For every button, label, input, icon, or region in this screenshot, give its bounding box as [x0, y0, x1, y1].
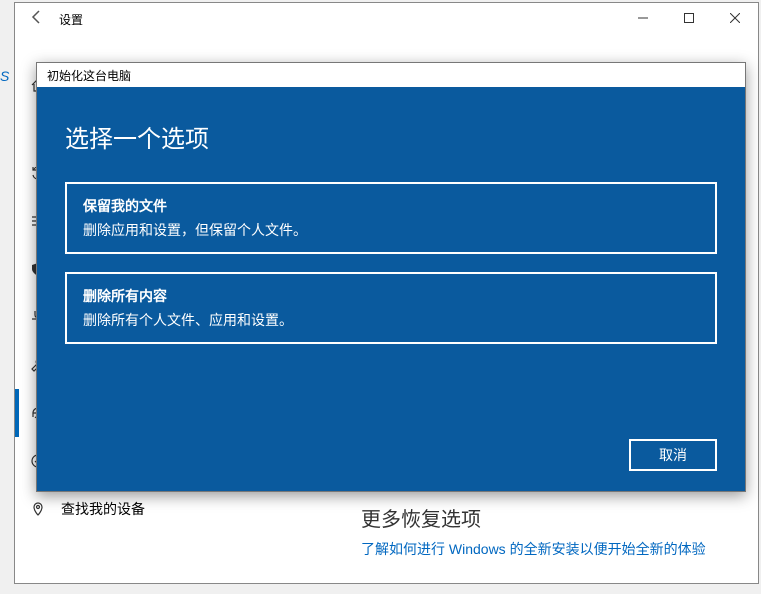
- cancel-label: 取消: [659, 445, 687, 465]
- back-button[interactable]: [15, 9, 59, 30]
- option-keep-files[interactable]: 保留我的文件 删除应用和设置，但保留个人文件。: [65, 182, 717, 254]
- option-desc: 删除所有个人文件、应用和设置。: [83, 310, 699, 330]
- option-desc: 删除应用和设置，但保留个人文件。: [83, 220, 699, 240]
- sidebar-item-label: 查找我的设备: [61, 499, 145, 519]
- reset-pc-dialog: 初始化这台电脑 选择一个选项 保留我的文件 删除应用和设置，但保留个人文件。 删…: [36, 62, 746, 492]
- location-icon: [29, 500, 47, 518]
- option-remove-everything[interactable]: 删除所有内容 删除所有个人文件、应用和设置。: [65, 272, 717, 344]
- minimize-button[interactable]: [620, 3, 666, 33]
- dialog-titlebar: 初始化这台电脑: [37, 63, 745, 87]
- sidebar-item-find-device[interactable]: 查找我的设备: [15, 485, 337, 533]
- background-fragment: S: [0, 68, 14, 84]
- more-recovery-heading: 更多恢复选项: [361, 503, 481, 532]
- maximize-button[interactable]: [666, 3, 712, 33]
- window-controls: [620, 3, 758, 33]
- window-title: 设置: [59, 11, 83, 28]
- dialog-heading: 选择一个选项: [65, 119, 717, 154]
- close-button[interactable]: [712, 3, 758, 33]
- cancel-button[interactable]: 取消: [629, 439, 717, 471]
- option-title: 删除所有内容: [83, 286, 699, 306]
- option-title: 保留我的文件: [83, 196, 699, 216]
- fresh-install-link[interactable]: 了解如何进行 Windows 的全新安装以便开始全新的体验: [361, 539, 706, 559]
- dialog-body: 选择一个选项 保留我的文件 删除应用和设置，但保留个人文件。 删除所有内容 删除…: [37, 87, 745, 491]
- titlebar: 设置: [15, 3, 758, 35]
- dialog-title: 初始化这台电脑: [47, 67, 131, 84]
